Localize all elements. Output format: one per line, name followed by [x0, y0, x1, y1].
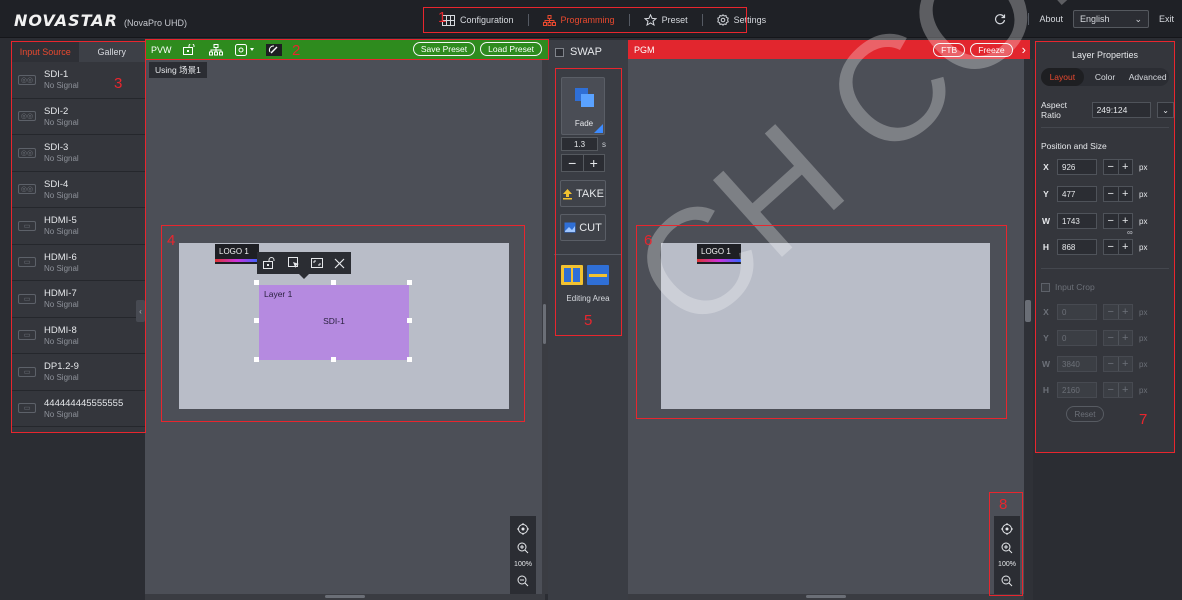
- refresh-icon[interactable]: [994, 13, 1006, 25]
- zoom-out-icon[interactable]: [517, 575, 529, 587]
- annotation-box-3: [11, 41, 146, 433]
- annotation-number-5: 5: [584, 312, 593, 329]
- language-value: English: [1079, 14, 1110, 24]
- properties-splitter-handle[interactable]: [1025, 300, 1031, 322]
- scroll-thumb[interactable]: [543, 304, 546, 344]
- properties-splitter: [1024, 59, 1033, 600]
- top-right-controls: About English ⌄ Exit: [994, 10, 1174, 28]
- annotation-number-8: 8: [999, 496, 1008, 513]
- annotation-box-7: [1035, 41, 1175, 453]
- annotation-box-2: [145, 39, 549, 60]
- program-toolbar: PGM FTB Freeze ›: [628, 40, 1030, 59]
- scroll-thumb[interactable]: [325, 595, 365, 598]
- brand-logo: NOVASTAR: [14, 11, 118, 30]
- program-buttons: FTB Freeze ›: [933, 42, 1026, 57]
- scene-tag: Using 场景1: [149, 62, 207, 78]
- annotation-number-1: 1: [438, 9, 447, 26]
- chevron-down-icon: ⌄: [1134, 13, 1142, 24]
- divider: [1028, 13, 1030, 25]
- product-name: (NovaPro UHD): [124, 18, 188, 28]
- fit-view-icon[interactable]: [517, 522, 529, 535]
- annotation-box-1: [423, 7, 747, 33]
- annotation-box-4: [161, 225, 525, 422]
- preview-zoom-controls: 100%: [510, 516, 536, 594]
- annotation-number-7: 7: [1139, 411, 1148, 428]
- chevron-right-icon[interactable]: ›: [1022, 42, 1026, 57]
- annotation-box-5: [555, 68, 622, 336]
- annotation-number-6: 6: [644, 232, 653, 249]
- annotation-number-4: 4: [167, 232, 176, 249]
- swap-checkbox[interactable]: [555, 47, 564, 57]
- zoom-level: 100%: [514, 561, 532, 569]
- preview-horizontal-scrollbar[interactable]: [145, 594, 545, 600]
- swap-label: SWAP: [570, 46, 602, 58]
- scroll-thumb[interactable]: [806, 595, 846, 598]
- program-label: PGM: [634, 44, 655, 55]
- freeze-button[interactable]: Freeze: [970, 42, 1013, 57]
- annotation-number-2: 2: [292, 42, 301, 59]
- exit-button[interactable]: Exit: [1159, 14, 1174, 24]
- brand: NOVASTAR (NovaPro UHD): [14, 11, 187, 30]
- program-horizontal-scrollbar[interactable]: [628, 594, 1024, 600]
- language-select[interactable]: English ⌄: [1072, 10, 1149, 28]
- swap-toggle[interactable]: SWAP: [555, 46, 602, 58]
- annotation-number-3: 3: [114, 75, 123, 92]
- ftb-button[interactable]: FTB: [933, 42, 966, 57]
- annotation-box-6: [636, 225, 1007, 419]
- zoom-in-icon[interactable]: [517, 542, 529, 554]
- about-link[interactable]: About: [1039, 14, 1063, 24]
